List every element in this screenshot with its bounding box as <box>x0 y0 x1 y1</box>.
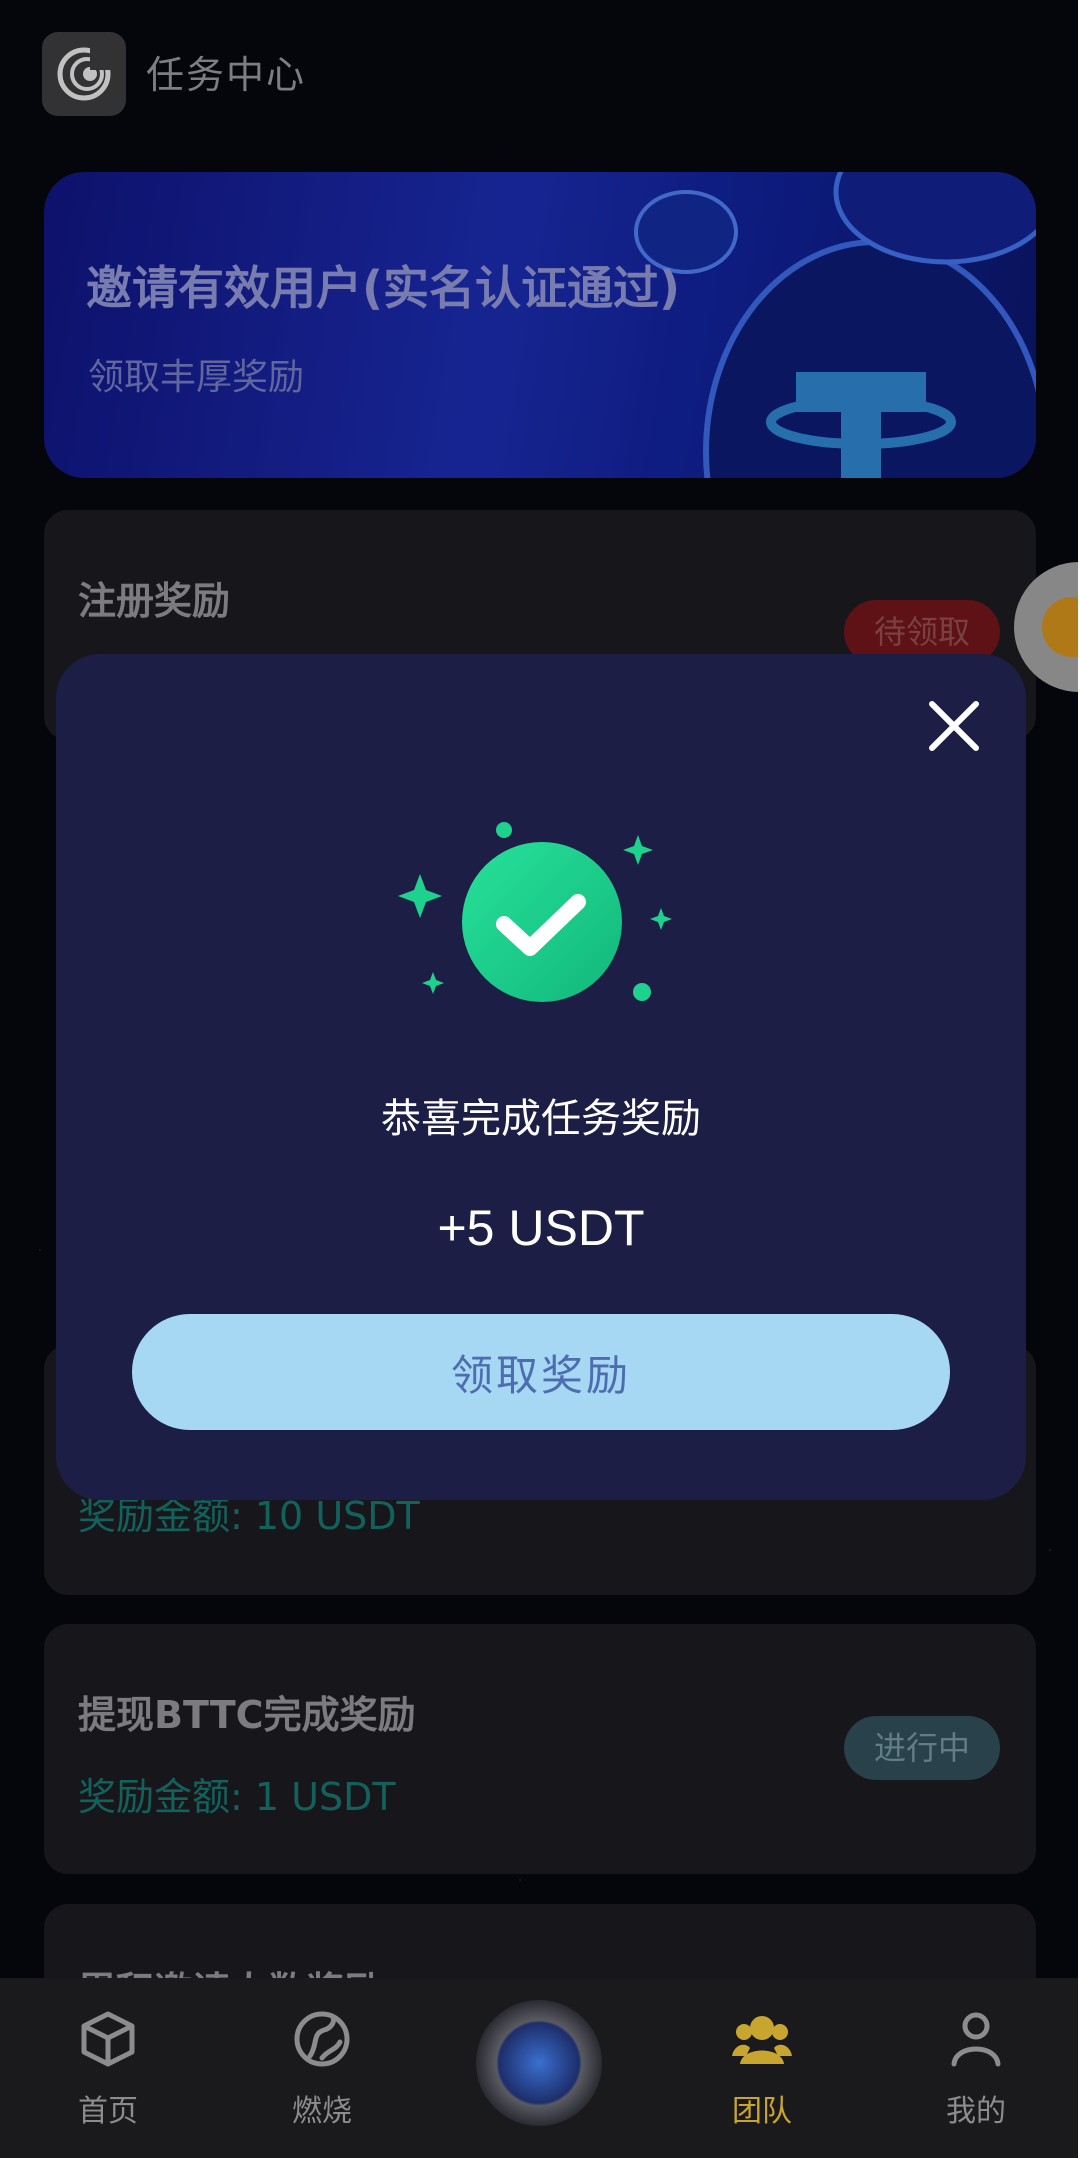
nav-item-home[interactable]: 首页 <box>28 1978 188 2158</box>
task-center-screen: 任务中心 邀请有效用户(实名认证通过) 领取丰厚奖励 注册奖励 待领取 奖励金额… <box>0 0 1078 2158</box>
nav-item-team[interactable]: 团队 <box>682 1978 842 2158</box>
nav-label: 首页 <box>78 2094 138 2129</box>
nav-item-profile[interactable]: 我的 <box>896 1978 1056 2158</box>
reward-amount: +5 USDT <box>437 1200 645 1256</box>
team-icon <box>732 2016 792 2064</box>
success-check-icon <box>398 822 672 1002</box>
center-orb-icon[interactable] <box>476 2000 602 2126</box>
burn-icon <box>294 2011 350 2067</box>
profile-icon <box>951 2012 1001 2067</box>
nav-label: 团队 <box>732 2094 792 2129</box>
reward-modal: 恭喜完成任务奖励 +5 USDT 领取奖励 <box>56 654 1026 1500</box>
modal-title: 恭喜完成任务奖励 <box>381 1096 701 1142</box>
cube-icon <box>81 2011 135 2067</box>
close-icon[interactable] <box>924 696 984 756</box>
claim-reward-button[interactable]: 领取奖励 <box>132 1314 950 1430</box>
nav-label: 我的 <box>946 2094 1006 2129</box>
nav-label: 燃烧 <box>292 2094 352 2129</box>
nav-item-burn[interactable]: 燃烧 <box>242 1978 402 2158</box>
